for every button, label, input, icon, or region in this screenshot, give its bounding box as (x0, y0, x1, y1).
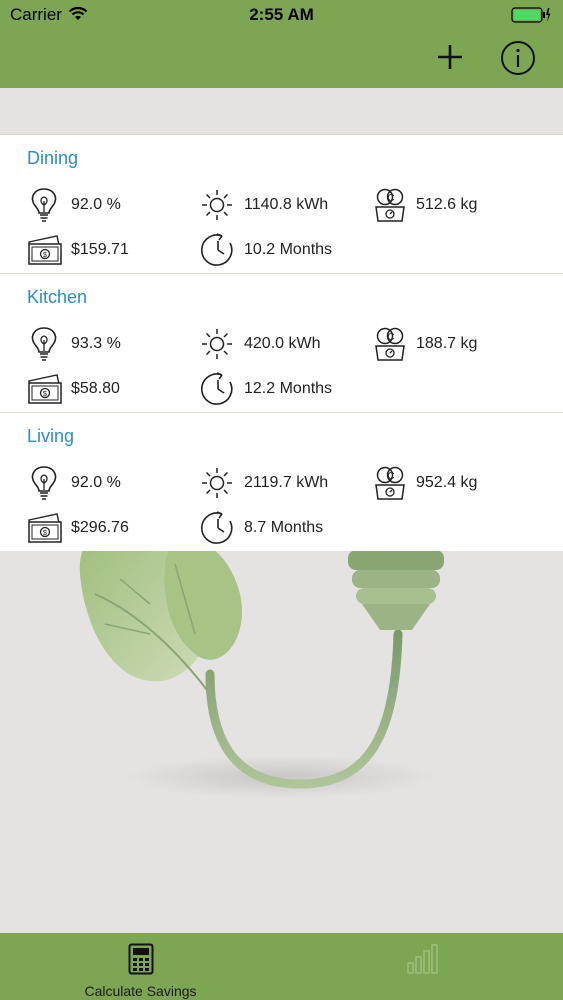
plus-icon (438, 45, 462, 69)
status-bar: Carrier 2:55 AM (0, 0, 563, 30)
savings-list: Dining 92.0 % 1140.8 kWh C 512.6 kg $ $1… (0, 134, 563, 551)
clock-icon (200, 233, 233, 266)
money-icon: $ (28, 513, 62, 543)
tab-statistics[interactable] (282, 933, 563, 1000)
savings-value: $58.80 (71, 380, 120, 397)
efficiency-value: 92.0 % (71, 474, 121, 491)
clock: 2:55 AM (249, 5, 314, 24)
bar-chart-icon (406, 944, 438, 974)
co2-scale-icon: C (375, 466, 405, 500)
svg-text:$: $ (43, 530, 47, 537)
energy-value: 420.0 kWh (244, 335, 321, 352)
lightbulb-icon (31, 466, 57, 500)
energy-value: 2119.7 kWh (244, 474, 329, 491)
tab-label: Calculate Savings (84, 983, 197, 999)
sun-icon (202, 329, 232, 359)
co2-value: 512.6 kg (416, 196, 478, 213)
money-icon: $ (28, 235, 62, 265)
svg-text:C: C (387, 332, 394, 343)
add-button[interactable] (430, 38, 470, 78)
tab-calculate-savings[interactable]: Calculate Savings (0, 933, 281, 1000)
svg-text:C: C (387, 471, 394, 482)
battery-icon (511, 7, 551, 23)
efficiency-value: 92.0 % (71, 196, 121, 213)
co2-scale-icon: C (375, 188, 405, 222)
room-title: Living (27, 426, 75, 446)
payback-value: 8.7 Months (244, 519, 324, 536)
info-button[interactable] (498, 38, 538, 78)
clock-icon (200, 372, 233, 405)
info-icon (501, 41, 535, 75)
room-title: Dining (27, 148, 79, 168)
payback-value: 10.2 Months (244, 241, 333, 258)
tab-bar: Calculate Savings (0, 933, 563, 1000)
energy-value: 1140.8 kWh (244, 196, 329, 213)
toolbar-spacer (0, 88, 563, 134)
savings-value: $159.71 (71, 241, 129, 258)
efficiency-value: 93.3 % (71, 335, 121, 352)
svg-text:$: $ (43, 252, 47, 259)
navigation-bar: Carrier 2:55 AM (0, 0, 563, 88)
payback-value: 12.2 Months (244, 380, 333, 397)
sun-icon (202, 190, 232, 220)
savings-value: $296.76 (71, 519, 129, 536)
lightbulb-icon (31, 327, 57, 361)
co2-value: 188.7 kg (416, 335, 478, 352)
room-section-living[interactable]: Living 92.0 % 2119.7 kWh C 952.4 kg $ $2… (0, 413, 563, 551)
lightbulb-icon (31, 188, 57, 222)
money-icon: $ (28, 374, 62, 404)
calculator-icon (128, 943, 153, 975)
svg-text:$: $ (43, 391, 47, 398)
room-section-dining[interactable]: Dining 92.0 % 1140.8 kWh C 512.6 kg $ $1… (0, 135, 563, 274)
co2-value: 952.4 kg (416, 474, 478, 491)
clock-icon (200, 511, 233, 544)
sun-icon (202, 468, 232, 498)
room-section-kitchen[interactable]: Kitchen 93.3 % 420.0 kWh C 188.7 kg $ $5… (0, 274, 563, 413)
svg-text:C: C (387, 193, 394, 204)
room-title: Kitchen (27, 287, 88, 307)
co2-scale-icon: C (375, 327, 405, 361)
